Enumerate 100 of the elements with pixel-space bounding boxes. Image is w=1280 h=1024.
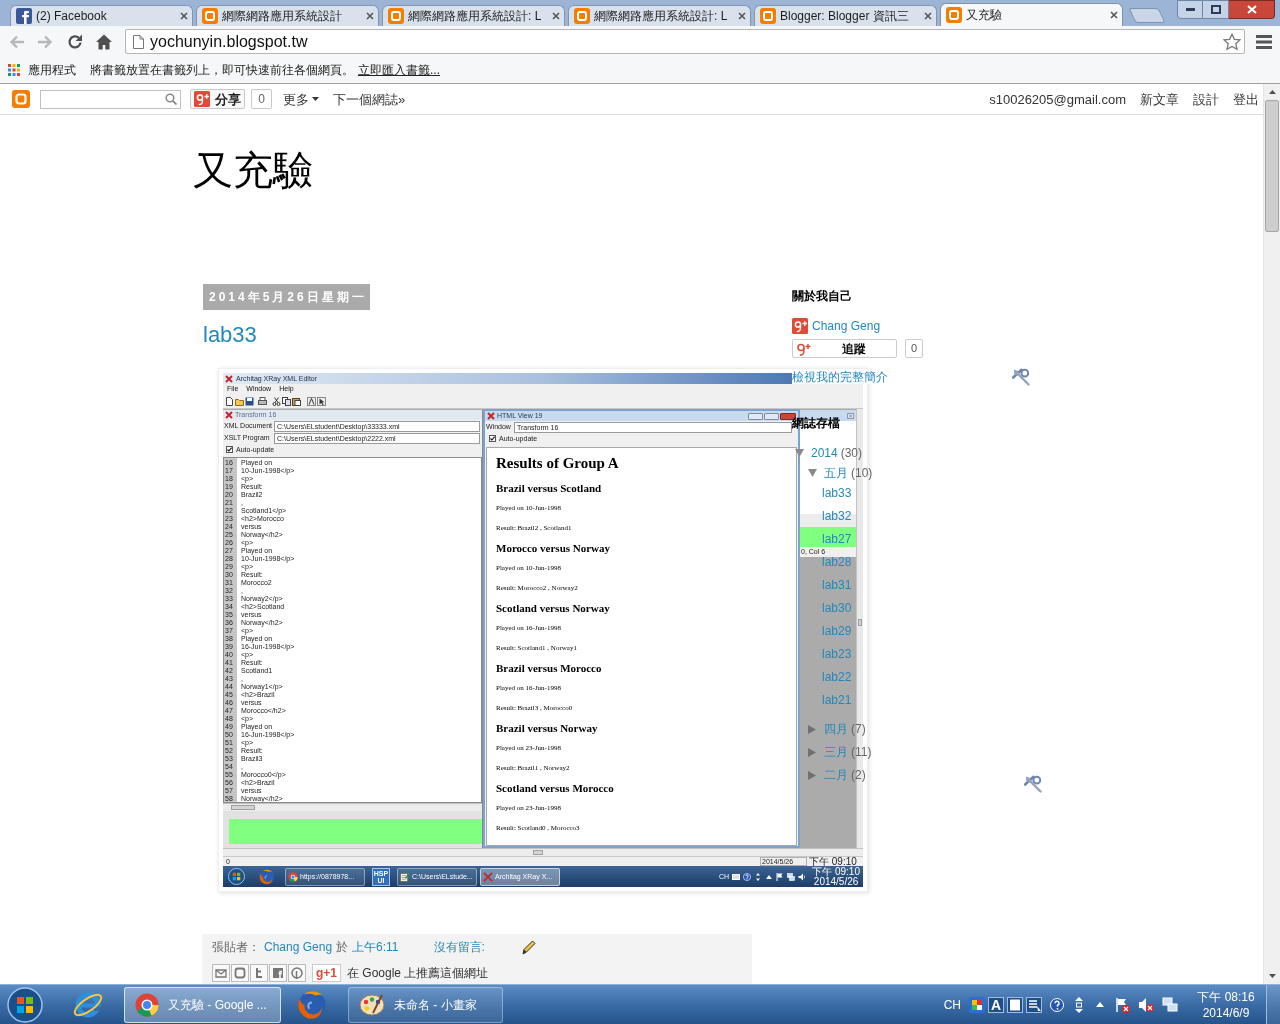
flag-icon[interactable]: [1114, 996, 1130, 1013]
windows-start-icon[interactable]: [7, 986, 43, 1023]
triangle-up-icon[interactable]: [1096, 1002, 1104, 1007]
browser-tab[interactable]: 網際網路應用系統設計: L: [568, 5, 751, 26]
plus-one-button[interactable]: g+1: [312, 964, 341, 982]
copy-icon[interactable]: [282, 396, 291, 406]
horizontal-scrollbar[interactable]: [223, 803, 482, 811]
import-bookmarks-link[interactable]: 立即匯入書籤...: [358, 63, 440, 77]
open-folder-icon[interactable]: [235, 396, 244, 406]
close-button[interactable]: [1229, 0, 1275, 19]
tools-icon[interactable]: [1012, 368, 1030, 386]
horizontal-scrollbar[interactable]: [223, 848, 863, 856]
speaker-muted-icon[interactable]: [1138, 996, 1154, 1013]
help-icon[interactable]: [1050, 997, 1064, 1012]
comments-link[interactable]: 沒有留言:: [433, 940, 485, 954]
browser-tab[interactable]: 網際網路應用系統設計: [196, 5, 379, 26]
pencil-icon[interactable]: [520, 939, 537, 955]
triangle-down-icon[interactable]: [808, 469, 817, 477]
taskbar-button[interactable]: 又充驗 - Google ...: [124, 986, 281, 1023]
cursor-icon[interactable]: [317, 396, 326, 406]
paste-icon[interactable]: [292, 396, 301, 406]
pinterest-share-icon[interactable]: [288, 964, 306, 982]
firefox-icon[interactable]: [297, 989, 327, 1020]
checkbox[interactable]: [226, 446, 233, 453]
menu-icon[interactable]: [1256, 34, 1272, 49]
scroll-thumb[interactable]: [1265, 100, 1279, 232]
blogger-share-icon[interactable]: [231, 964, 249, 982]
minimize-button[interactable]: [1177, 0, 1203, 19]
close-icon[interactable]: [924, 12, 932, 20]
tools-icon[interactable]: [1024, 775, 1042, 793]
windows-start-icon[interactable]: [228, 868, 245, 885]
archive-link[interactable]: lab27: [822, 532, 852, 546]
up-down-arrows-icon[interactable]: [1074, 996, 1084, 1013]
panel-icon[interactable]: [1007, 996, 1023, 1013]
new-file-icon[interactable]: [225, 396, 234, 406]
scroll-thumb[interactable]: [533, 850, 543, 855]
show-desktop-button[interactable]: [1266, 984, 1280, 1024]
share-button[interactable]: 分享: [190, 89, 245, 109]
help-icon[interactable]: [743, 872, 752, 881]
apps-button[interactable]: 應用程式: [8, 63, 76, 77]
more-menu[interactable]: 更多: [283, 91, 319, 107]
home-icon[interactable]: [95, 32, 113, 51]
archive-link[interactable]: lab33: [822, 486, 852, 500]
profile-name-link[interactable]: Chang Geng: [812, 319, 881, 333]
next-blog-link[interactable]: 下一個網誌»: [333, 91, 406, 107]
search-icon[interactable]: [165, 93, 177, 105]
twitter-share-icon[interactable]: [250, 964, 268, 982]
view-profile-link[interactable]: 檢視我的完整簡介: [792, 370, 888, 384]
share-count: 0: [251, 89, 272, 109]
blogger-logo-icon[interactable]: [12, 90, 30, 108]
reload-icon[interactable]: [66, 32, 84, 51]
browser-tab[interactable]: (2) Facebook: [10, 5, 193, 26]
close-icon[interactable]: [552, 12, 560, 20]
google-plus-icon[interactable]: [792, 318, 808, 334]
browser-tab[interactable]: 又充驗: [940, 3, 1123, 26]
keyboard-icon[interactable]: [1026, 996, 1042, 1013]
scroll-thumb[interactable]: [231, 805, 255, 810]
archive-link[interactable]: lab32: [822, 509, 852, 523]
page-scrollbar[interactable]: [1263, 84, 1280, 984]
post-time-link[interactable]: 上午6:11: [352, 940, 399, 954]
print-icon[interactable]: [258, 396, 267, 406]
taskbar-button[interactable]: 未命名 - 小畫家: [348, 986, 503, 1023]
scroll-down-arrow-icon[interactable]: [1268, 974, 1276, 978]
archive-link[interactable]: 五月: [824, 466, 848, 480]
scroll-up-arrow-icon[interactable]: [1268, 90, 1276, 94]
email-share-icon[interactable]: [212, 964, 230, 982]
speaker-icon[interactable]: [798, 872, 807, 881]
archive-link[interactable]: 2014: [811, 446, 838, 460]
browser-tab[interactable]: 網際網路應用系統設計: L: [382, 5, 565, 26]
navbar-link[interactable]: 新文章: [1140, 91, 1179, 107]
address-bar[interactable]: yochunyin.blogspot.tw: [125, 29, 1245, 54]
network-icon[interactable]: [787, 872, 796, 881]
bookmark-star-icon[interactable]: [1223, 32, 1241, 51]
post-title-link[interactable]: lab33: [203, 320, 257, 350]
follow-button[interactable]: 追蹤: [792, 339, 897, 358]
close-icon[interactable]: [180, 12, 188, 20]
author-link[interactable]: Chang Geng: [264, 940, 333, 954]
input-mode-indicator[interactable]: A: [988, 996, 1004, 1013]
close-icon[interactable]: [366, 12, 374, 20]
bookmarks-hint: 將書籤放置在書籤列上，即可快速前往各個網頁。: [90, 63, 354, 77]
checkbox[interactable]: [489, 435, 496, 442]
maximize-button[interactable]: [1203, 0, 1229, 19]
search-field[interactable]: [40, 89, 181, 109]
close-icon[interactable]: [738, 12, 746, 20]
input-method-icon[interactable]: [969, 996, 985, 1013]
notepad-icon: [400, 871, 410, 882]
navbar-link[interactable]: 登出: [1233, 91, 1259, 107]
close-icon[interactable]: [1110, 11, 1118, 19]
scissors-icon[interactable]: [272, 396, 281, 406]
navbar-link[interactable]: 設計: [1193, 91, 1219, 107]
network-icon[interactable]: [1162, 996, 1178, 1013]
save-icon[interactable]: [245, 396, 254, 406]
transform-icon[interactable]: [307, 396, 316, 406]
scroll-thumb[interactable]: [858, 619, 862, 626]
triangle-down-icon[interactable]: [795, 449, 804, 457]
up-down-arrows-icon[interactable]: [754, 872, 763, 881]
firefox-icon[interactable]: [259, 868, 275, 885]
flag-icon[interactable]: [776, 872, 785, 881]
browser-tab[interactable]: Blogger: Blogger 資訊三: [754, 5, 937, 26]
facebook-share-icon[interactable]: [269, 964, 287, 982]
